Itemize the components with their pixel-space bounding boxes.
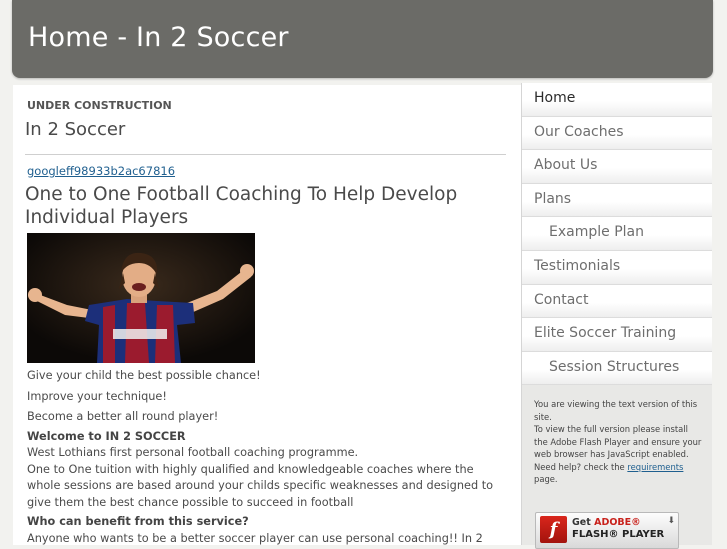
get-flash-player-button[interactable]: f Get ADOBE® FLASH® PLAYER ⬇ bbox=[535, 512, 679, 549]
site-title: Home - In 2 Soccer bbox=[28, 22, 289, 53]
badge-adobe-text: ADOBE® bbox=[594, 517, 641, 528]
nav-item-our-coaches[interactable]: Our Coaches bbox=[522, 116, 712, 151]
intro-line: Improve your technique! bbox=[27, 389, 167, 403]
section-label: UNDER CONSTRUCTION bbox=[27, 99, 172, 112]
requirements-link[interactable]: requirements bbox=[627, 462, 683, 472]
badge-get-label: Get ADOBE® bbox=[572, 517, 641, 528]
site-header: Home - In 2 Soccer bbox=[12, 0, 713, 78]
welcome-heading: Welcome to IN 2 SOCCER bbox=[27, 429, 186, 443]
nav-item-example-plan[interactable]: Example Plan bbox=[522, 217, 712, 251]
nav-item-plans[interactable]: Plans bbox=[522, 183, 712, 218]
flash-logo-icon: f bbox=[540, 516, 567, 543]
notice-line: To view the full version please install … bbox=[534, 424, 702, 459]
player-photo bbox=[27, 233, 255, 363]
welcome-paragraph: West Lothians first personal football co… bbox=[27, 446, 359, 459]
nav-item-about-us[interactable]: About Us bbox=[522, 150, 712, 184]
benefit-heading: Who can benefit from this service? bbox=[27, 515, 249, 528]
main-content: UNDER CONSTRUCTION In 2 Soccer googleff9… bbox=[13, 85, 521, 545]
google-verification-link[interactable]: googleff98933b2ac67816 bbox=[27, 164, 175, 178]
divider bbox=[25, 154, 506, 155]
nav-item-elite-soccer-training[interactable]: Elite Soccer Training bbox=[522, 318, 712, 352]
sidebar-nav: Home Our Coaches About Us Plans Example … bbox=[521, 83, 712, 386]
flash-info-box: You are viewing the text version of this… bbox=[521, 385, 712, 549]
intro-line: Give your child the best possible chance… bbox=[27, 369, 261, 382]
intro-text: Give your child the best possible chance… bbox=[27, 368, 509, 545]
notice-text: page. bbox=[534, 474, 558, 484]
flash-notice: You are viewing the text version of this… bbox=[534, 398, 704, 486]
notice-text: Need help? check the bbox=[534, 461, 628, 472]
badge-player-label: FLASH® PLAYER bbox=[572, 529, 665, 540]
nav-item-contact[interactable]: Contact bbox=[522, 284, 712, 319]
benefit-paragraph: Anyone who wants to be a better soccer p… bbox=[27, 531, 483, 545]
nav-item-testimonials[interactable]: Testimonials bbox=[522, 250, 712, 285]
nav-item-home[interactable]: Home bbox=[522, 83, 712, 117]
page-headline: One to One Football Coaching To Help Dev… bbox=[25, 184, 458, 228]
notice-line: Need help? check the requirements page. bbox=[534, 461, 704, 486]
notice-line: You are viewing the text version of this… bbox=[534, 399, 698, 422]
intro-line: Become a better all round player! bbox=[27, 410, 219, 423]
nav-item-session-structures[interactable]: Session Structures bbox=[522, 351, 712, 386]
welcome-paragraph: One to One tuition with highly qualified… bbox=[27, 462, 494, 509]
page-subtitle: In 2 Soccer bbox=[25, 119, 126, 140]
badge-get-text: Get bbox=[572, 517, 595, 528]
player-photo-illustration bbox=[27, 233, 255, 363]
download-arrow-icon: ⬇ bbox=[667, 516, 675, 526]
